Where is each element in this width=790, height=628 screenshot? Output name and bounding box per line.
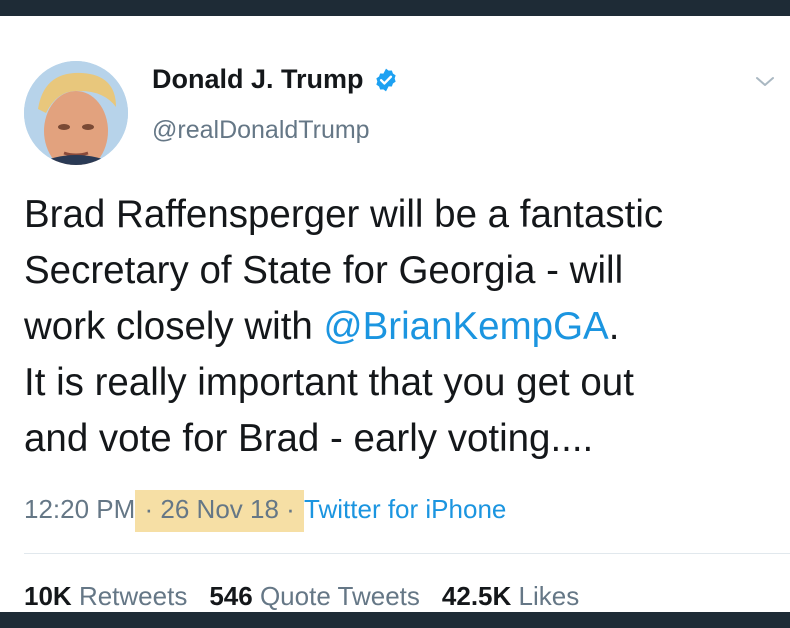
quotes-count: 546 <box>209 581 253 611</box>
likes-label: Likes <box>518 581 580 611</box>
meta-separator: · <box>137 494 161 524</box>
quote-tweets-stat[interactable]: 546 Quote Tweets <box>209 581 420 611</box>
tweet-line: It is really important that you get out <box>24 361 634 404</box>
tweet-meta: 12:20 PM · 26 Nov 18 · Twitter for iPhon… <box>24 490 506 532</box>
tweet-text: Brad Raffensperger will be a fantastic S… <box>24 187 784 467</box>
profile-photo-icon <box>24 61 128 165</box>
avatar[interactable] <box>24 61 128 165</box>
verified-badge-icon <box>375 68 396 91</box>
tweet-source-link[interactable]: Twitter for iPhone <box>304 494 506 524</box>
meta-separator: · <box>278 494 303 524</box>
retweets-label: Retweets <box>78 581 188 611</box>
author-handle[interactable]: @realDonaldTrump <box>152 116 370 145</box>
likes-stat[interactable]: 42.5K Likes <box>442 581 579 611</box>
tweet-line: Secretary of State for Georgia - will <box>24 249 624 292</box>
tweet-time[interactable]: 12:20 PM <box>24 494 135 524</box>
author-name-row: Donald J. Trump <box>152 64 399 95</box>
mention-link[interactable]: @BrianKempGA <box>324 305 609 348</box>
tweet-text-segment: work closely with <box>24 305 324 348</box>
tweet-line: Brad Raffensperger will be a fantastic <box>24 193 664 236</box>
tweet-date[interactable]: 26 Nov 18 <box>160 494 279 524</box>
tweet-line: work closely with @BrianKempGA. <box>24 299 784 355</box>
retweets-count: 10K <box>24 581 72 611</box>
likes-count: 42.5K <box>441 581 512 611</box>
tweet-card: Donald J. Trump @realDonaldTrump Brad Ra… <box>0 16 790 612</box>
chevron-down-icon[interactable] <box>752 72 778 92</box>
quotes-label: Quote Tweets <box>259 581 420 611</box>
author-name[interactable]: Donald J. Trump <box>152 64 364 95</box>
tweet-line: and vote for Brad - early voting.... <box>24 417 594 460</box>
retweets-stat[interactable]: 10K Retweets <box>24 581 187 611</box>
tweet-text-segment: . <box>608 305 620 348</box>
highlighted-date: · 26 Nov 18 · <box>135 490 305 532</box>
divider <box>24 553 790 554</box>
tweet-stats: 10K Retweets 546 Quote Tweets 42.5K Likes <box>24 581 601 612</box>
